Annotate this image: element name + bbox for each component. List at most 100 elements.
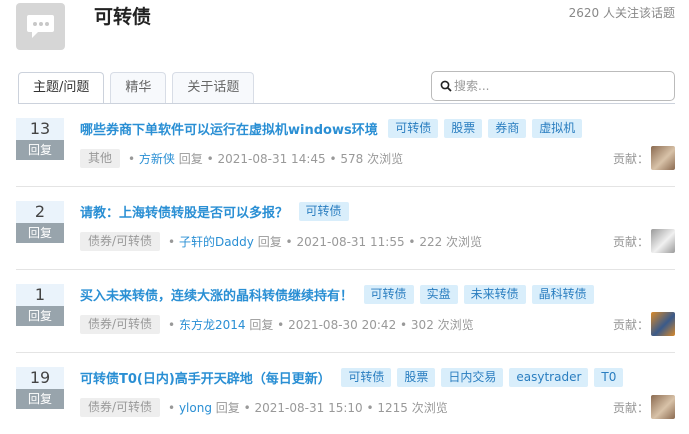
meta-action-text: 回复	[257, 235, 282, 249]
reply-count-box: 2 回复	[16, 201, 64, 243]
avatar[interactable]	[651, 146, 675, 170]
meta-separator: •	[239, 400, 255, 415]
question-meta: 债券/可转债 • ylong 回复 • 2021-08-31 15:10 • 1…	[80, 398, 448, 417]
contributors-label: 贡献：	[612, 317, 649, 332]
reply-count-box: 19 回复	[16, 367, 64, 409]
meta-views: 1215 次浏览	[377, 401, 448, 415]
tag[interactable]: 虚拟机	[532, 119, 583, 138]
tab-bar: 主题/问题 精华 关于话题	[18, 72, 260, 104]
meta-action-text: 回复	[215, 401, 240, 415]
meta-time: 2021-08-31 14:45	[217, 151, 326, 166]
chat-bubble-icon	[27, 15, 54, 38]
tag[interactable]: 晶科转债	[531, 285, 594, 304]
meta-views: 578 次浏览	[340, 152, 404, 166]
question-item: 2 回复 请教：上海转债转股是否可以多报？ 可转债 债券/可转债 • 子轩的Da…	[16, 187, 675, 270]
question-title-row: 可转债T0(日内)高手开天辟地（每日更新） 可转债 股票 日内交易 easytrade…	[80, 368, 624, 387]
question-meta: 债券/可转债 • 子轩的Daddy 回复 • 2021-08-31 11:55 …	[80, 232, 482, 251]
contributors: 贡献：	[613, 229, 675, 253]
tag[interactable]: 未来转债	[463, 285, 526, 304]
meta-separator: •	[128, 151, 139, 166]
tag-list: 可转债	[298, 202, 349, 221]
author-link[interactable]: 方新侠	[139, 150, 175, 167]
reply-count: 13	[16, 118, 64, 140]
tag[interactable]: 可转债	[363, 285, 414, 304]
search-icon	[440, 80, 452, 92]
author-link[interactable]: 子轩的Daddy	[179, 233, 254, 250]
question-title-link[interactable]: 请教：上海转债转股是否可以多报？	[80, 206, 288, 221]
meta-separator: •	[168, 400, 179, 415]
meta-separator: •	[362, 400, 378, 415]
meta-separator: •	[325, 151, 341, 166]
meta-separator: •	[396, 317, 411, 332]
question-item: 13 回复 哪些券商下单软件可以运行在虚拟机windows环境 可转债 股票 券商虚…	[16, 104, 675, 187]
question-title-link[interactable]: 可转债T0(日内)高手开天辟地（每日更新）	[80, 372, 331, 387]
meta-separator: •	[281, 234, 297, 249]
author-link[interactable]: ylong	[179, 401, 212, 415]
tag-list: 可转债 股票 日内交易 easytrader T0	[341, 368, 624, 387]
meta-separator: •	[273, 317, 289, 332]
tag[interactable]: 可转债	[388, 119, 439, 138]
question-meta: 债券/可转债 • 东方龙2014 回复 • 2021-08-30 20:42 •…	[80, 315, 474, 334]
reply-count-label: 回复	[16, 223, 64, 243]
tag[interactable]: 日内交易	[441, 368, 504, 387]
reply-count-label: 回复	[16, 389, 64, 409]
question-list: 13 回复 哪些券商下单软件可以运行在虚拟机windows环境 可转债 股票 券商虚…	[0, 104, 689, 434]
contributors: 贡献：	[613, 312, 675, 336]
tag-list: 可转债 实盘 未来转债 晶科转债	[363, 285, 594, 304]
category-badge[interactable]: 债券/可转债	[80, 315, 161, 334]
tab-featured[interactable]: 精华	[110, 72, 167, 103]
tag[interactable]: easytrader	[509, 368, 589, 387]
question-title-row: 买入未来转债，连续大涨的晶科转债继续持有！ 可转债 实盘 未来转债 晶科转债	[80, 285, 594, 304]
meta-separator: •	[404, 234, 420, 249]
reply-count-box: 1 回复	[16, 284, 64, 326]
tab-topics[interactable]: 主题/问题	[18, 72, 105, 104]
meta-separator: •	[202, 151, 218, 166]
meta-separator: •	[168, 234, 179, 249]
question-meta: 其他 • 方新侠 回复 • 2021-08-31 14:45 • 578 次浏览	[80, 149, 403, 168]
tag[interactable]: 实盘	[419, 285, 458, 304]
category-badge[interactable]: 债券/可转债	[80, 398, 161, 417]
contributors-label: 贡献：	[612, 151, 649, 166]
question-title-link[interactable]: 哪些券商下单软件可以运行在虚拟机windows环境	[80, 123, 378, 138]
tag[interactable]: 可转债	[298, 202, 349, 221]
reply-count-box: 13 回复	[16, 118, 64, 160]
page-title: 可转债	[94, 6, 152, 28]
meta-action-text: 回复	[178, 152, 203, 166]
contributors-label: 贡献：	[612, 400, 649, 415]
tag[interactable]: 可转债	[341, 368, 392, 387]
category-badge[interactable]: 债券/可转债	[80, 232, 161, 251]
reply-count: 1	[16, 284, 64, 306]
meta-separator: •	[168, 317, 179, 332]
contributors: 贡献：	[613, 146, 675, 170]
reply-count-label: 回复	[16, 306, 64, 326]
tag[interactable]: 股票	[397, 368, 436, 387]
question-title-link[interactable]: 买入未来转债，连续大涨的晶科转债继续持有！	[80, 289, 353, 304]
question-title-row: 哪些券商下单软件可以运行在虚拟机windows环境 可转债 股票 券商 虚拟机	[80, 119, 583, 138]
topic-icon	[16, 3, 65, 50]
avatar[interactable]	[651, 229, 675, 253]
contributors: 贡献：	[613, 395, 675, 419]
question-item: 1 回复 买入未来转债，连续大涨的晶科转债继续持有！ 可转债 实盘 未来转债 晶科转债…	[16, 270, 675, 353]
search-input[interactable]	[454, 76, 664, 96]
meta-time: 2021-08-31 11:55	[296, 234, 405, 249]
followers-count: 2620 人关注该话题	[568, 6, 675, 20]
avatar[interactable]	[651, 312, 675, 336]
tag-list: 可转债 股票 券商 虚拟机	[388, 119, 583, 138]
question-item: 19 回复 可转债T0(日内)高手开天辟地（每日更新） 可转债 股票 日内交易 eas…	[16, 353, 675, 434]
meta-action-text: 回复	[249, 318, 274, 332]
reply-count-label: 回复	[16, 140, 64, 160]
tab-about[interactable]: 关于话题	[172, 72, 255, 103]
meta-views: 222 次浏览	[419, 235, 483, 249]
tag[interactable]: 券商	[488, 119, 527, 138]
tag[interactable]: 股票	[444, 119, 483, 138]
reply-count: 2	[16, 201, 64, 223]
meta-views: 302 次浏览	[410, 318, 474, 332]
author-link[interactable]: 东方龙2014	[179, 316, 246, 333]
question-title-row: 请教：上海转债转股是否可以多报？ 可转债	[80, 202, 349, 221]
contributors-label: 贡献：	[612, 234, 649, 249]
avatar[interactable]	[651, 395, 675, 419]
tag[interactable]: T0	[594, 368, 624, 387]
meta-time: 2021-08-30 20:42	[288, 317, 397, 332]
category-badge[interactable]: 其他	[80, 149, 121, 168]
meta-time: 2021-08-31 15:10	[254, 400, 363, 415]
